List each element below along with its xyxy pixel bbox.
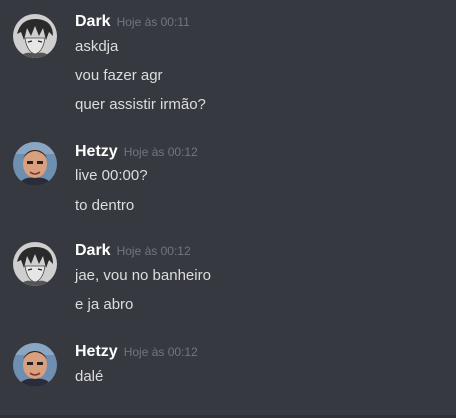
- person-photo-avatar-icon[interactable]: [13, 343, 57, 387]
- anime-character-avatar-icon[interactable]: [13, 14, 57, 58]
- message-timestamp: Hoje às 00:12: [123, 345, 198, 359]
- message-text: live 00:00?: [75, 167, 148, 184]
- message-text: dalé: [75, 368, 104, 385]
- message-text: askdja: [75, 38, 119, 55]
- message-text: quer assistir irmão?: [75, 96, 206, 113]
- message-author[interactable]: Dark: [75, 13, 111, 30]
- message-timestamp: Hoje às 00:11: [116, 15, 190, 29]
- message-timestamp: Hoje às 00:12: [123, 145, 198, 159]
- message-text: to dentro: [75, 197, 135, 214]
- message-author[interactable]: Hetzy: [75, 143, 118, 160]
- message-author[interactable]: Hetzy: [75, 343, 118, 360]
- message-text: vou fazer agr: [75, 67, 163, 84]
- chat-messages-area: Dark Hoje às 00:11 askdja vou fazer agr q…: [0, 0, 456, 418]
- anime-character-avatar-icon[interactable]: [13, 242, 57, 286]
- person-photo-avatar-icon[interactable]: [13, 142, 57, 186]
- message-text: e ja abro: [75, 296, 134, 313]
- message-timestamp: Hoje às 00:12: [116, 244, 191, 258]
- message-text: jae, vou no banheiro: [75, 267, 211, 284]
- message-author[interactable]: Dark: [75, 242, 111, 259]
